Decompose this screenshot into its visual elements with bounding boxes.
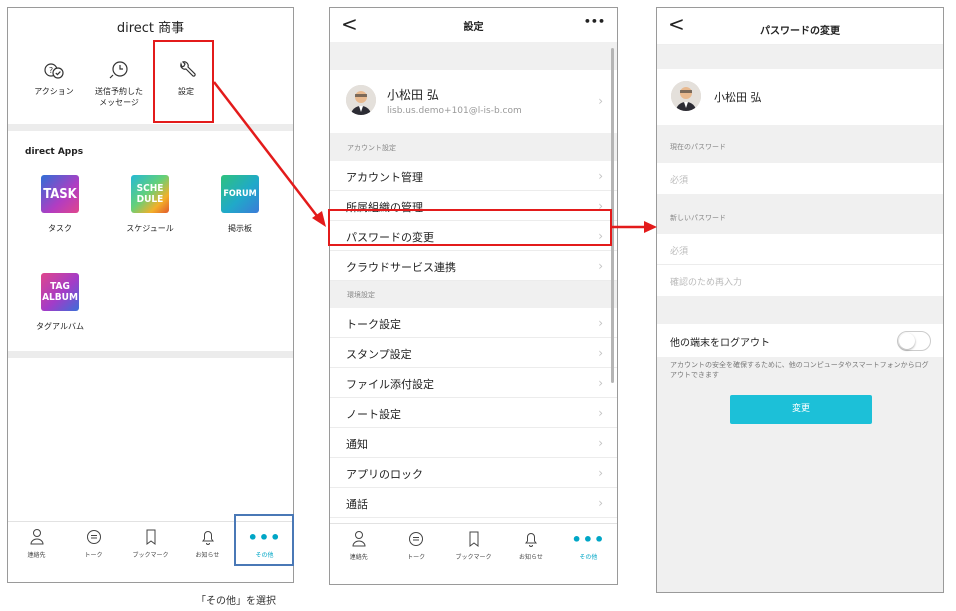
arrowhead-icon <box>644 221 657 233</box>
instruction-caption: 「その他」を選択 <box>196 596 276 607</box>
arrow-settings-to-screen <box>213 81 318 217</box>
flow-arrows <box>213 81 657 233</box>
